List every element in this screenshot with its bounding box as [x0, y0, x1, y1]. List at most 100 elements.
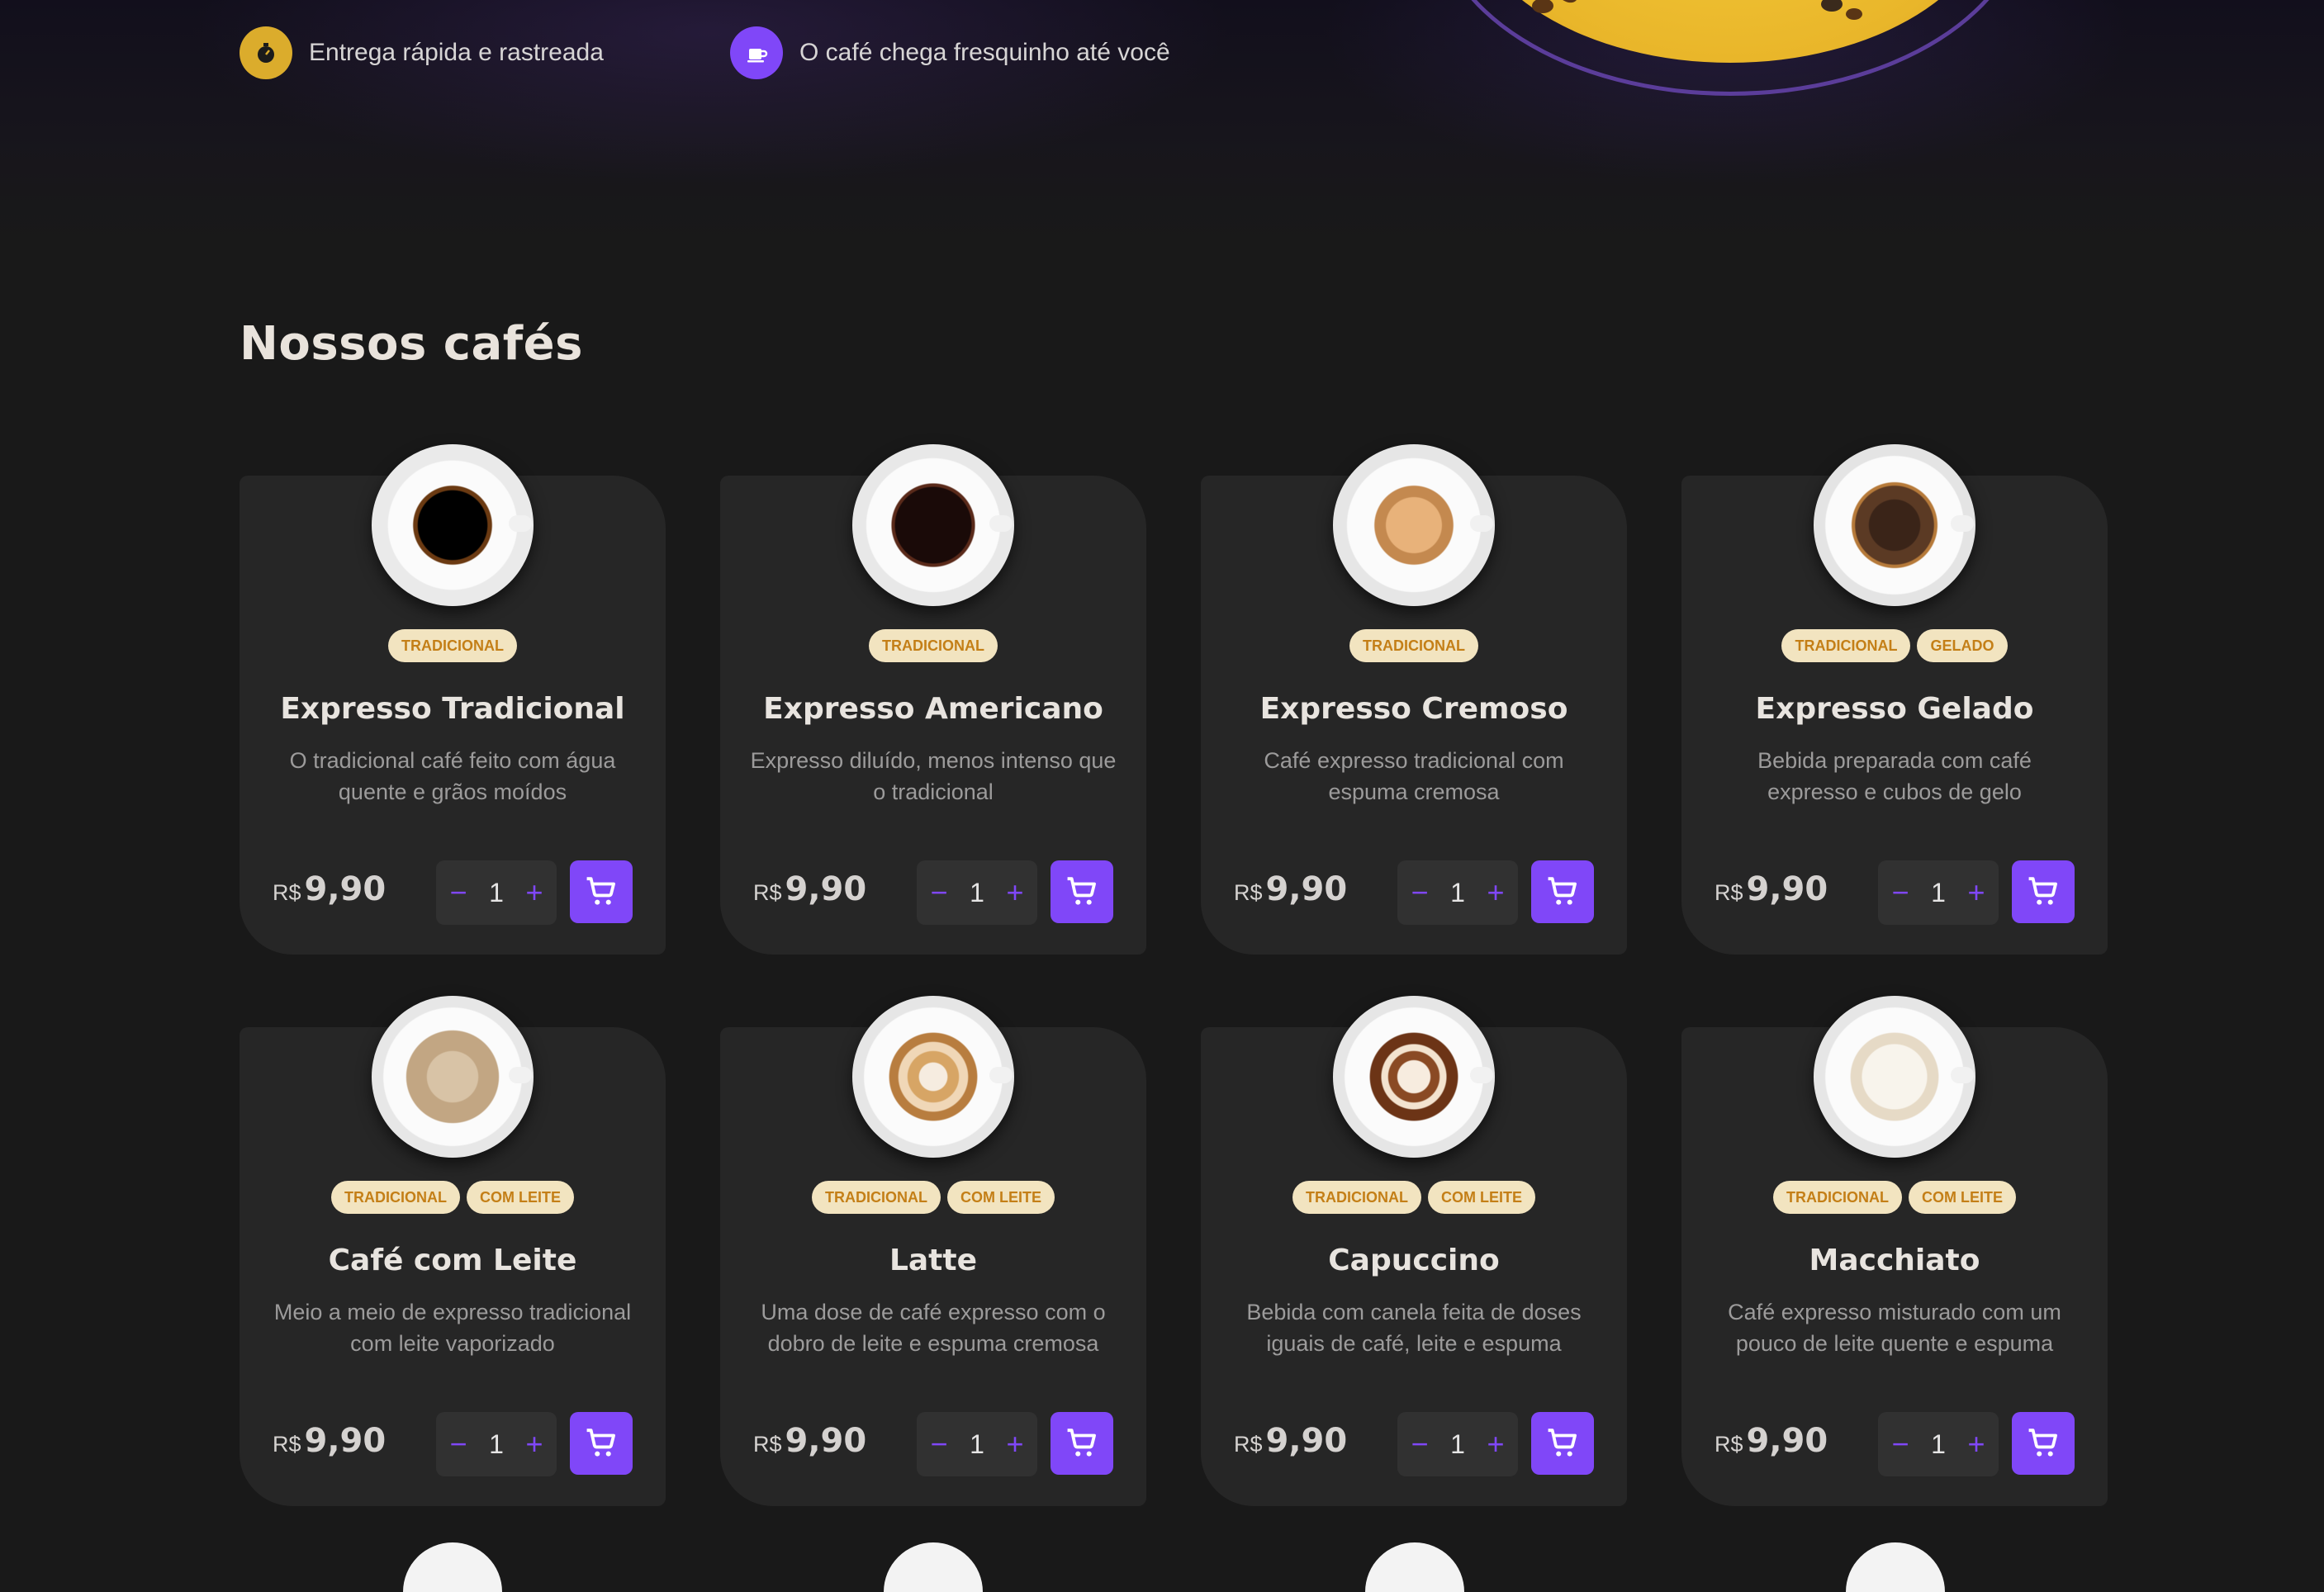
coffee-price: R$ 9,90 — [1715, 1422, 1828, 1460]
decrease-quantity-button[interactable]: − — [1886, 1429, 1914, 1459]
increase-quantity-button[interactable]: + — [520, 1429, 548, 1459]
currency-symbol: R$ — [1715, 1432, 1743, 1457]
coffee-photo — [1333, 996, 1495, 1158]
increase-quantity-button[interactable]: + — [1962, 1429, 1990, 1459]
currency-symbol: R$ — [1715, 880, 1743, 905]
coffee-price: R$ 9,90 — [1234, 1422, 1347, 1460]
add-to-cart-button[interactable] — [1531, 860, 1594, 923]
quantity-stepper: − 1 + — [1397, 860, 1518, 925]
tag-list: Tradicional Com leite — [1201, 1181, 1627, 1214]
add-to-cart-button[interactable] — [2012, 1412, 2075, 1475]
quantity-stepper: − 1 + — [1878, 1412, 1999, 1476]
shopping-cart-icon — [2028, 1429, 2057, 1457]
coffee-tag: Com leite — [947, 1181, 1055, 1214]
coffee-photo — [852, 444, 1014, 606]
coffee-description: Bebida com canela feita de doses iguais … — [1246, 1300, 1582, 1356]
coffee-tag: Tradicional — [1773, 1181, 1902, 1214]
coffee-description: O tradicional café feito com água quente… — [289, 748, 616, 804]
increase-quantity-button[interactable]: + — [1001, 878, 1029, 907]
coffee-description: Meio a meio de expresso tradicional com … — [273, 1300, 632, 1356]
tag-list: Tradicional Com leite — [1681, 1181, 2108, 1214]
currency-symbol: R$ — [1234, 1432, 1263, 1457]
add-to-cart-button[interactable] — [570, 1412, 633, 1475]
hero-coffee-image — [1433, 0, 2028, 97]
coffee-description: Expresso diluído, menos intenso que o tr… — [750, 748, 1117, 804]
coffee-name: Café com Leite — [328, 1244, 577, 1277]
coffee-photo — [372, 444, 534, 606]
add-to-cart-button[interactable] — [1051, 1412, 1113, 1475]
coffee-card: Tradicional Com leite Macchiato Café expr… — [1681, 996, 2108, 1506]
coffee-description: Café expresso tradicional com espuma cre… — [1264, 748, 1564, 804]
currency-symbol: R$ — [753, 880, 782, 905]
coffee-name: Expresso Americano — [763, 692, 1103, 726]
decrease-quantity-button[interactable]: − — [1406, 878, 1434, 907]
add-to-cart-button[interactable] — [570, 860, 633, 923]
decrease-quantity-button[interactable]: − — [925, 1429, 953, 1459]
tag-list: Tradicional — [240, 629, 666, 662]
add-to-cart-button[interactable] — [1051, 860, 1113, 923]
currency-symbol: R$ — [753, 1432, 782, 1457]
price-value: 9,90 — [1265, 1422, 1348, 1460]
add-to-cart-button[interactable] — [2012, 860, 2075, 923]
coffee-name: Expresso Gelado — [1755, 692, 2034, 726]
increase-quantity-button[interactable]: + — [1962, 878, 1990, 907]
decrease-quantity-button[interactable]: − — [1886, 878, 1914, 907]
coffee-photo — [1814, 444, 1975, 606]
coffee-card: Tradicional Expresso Cremoso Café expres… — [1201, 444, 1627, 955]
price-value: 9,90 — [1746, 1422, 1828, 1460]
timer-icon — [240, 26, 292, 79]
shopping-cart-icon — [1548, 877, 1577, 905]
decrease-quantity-button[interactable]: − — [444, 878, 472, 907]
coffee-tag: Tradicional — [388, 629, 517, 662]
coffee-tag: Tradicional — [331, 1181, 460, 1214]
coffee-card: Tradicional Expresso Americano Expresso … — [720, 444, 1146, 955]
add-to-cart-button[interactable] — [1531, 1412, 1594, 1475]
coffee-name: Expresso Cremoso — [1259, 692, 1568, 726]
increase-quantity-button[interactable]: + — [1482, 1429, 1510, 1459]
shopping-cart-icon — [1067, 877, 1096, 905]
coffee-price: R$ 9,90 — [273, 870, 386, 908]
coffee-tag: Com leite — [1909, 1181, 2016, 1214]
quantity-value: 1 — [970, 1429, 984, 1459]
tag-list: Tradicional — [720, 629, 1146, 662]
coffee-photo — [372, 996, 534, 1158]
coffee-card: Tradicional Com leite Café com Leite Meio… — [240, 996, 666, 1506]
tag-list: Tradicional — [1201, 629, 1627, 662]
shopping-cart-icon — [586, 877, 615, 905]
increase-quantity-button[interactable]: + — [1482, 878, 1510, 907]
coffee-description: Uma dose de café expresso com o dobro de… — [761, 1300, 1106, 1356]
hero-section: Entrega rápida e rastreada O café chega … — [0, 0, 2324, 241]
quantity-value: 1 — [1931, 1429, 1946, 1459]
coffee-tag: Tradicional — [1781, 629, 1911, 662]
quantity-value: 1 — [970, 877, 984, 907]
coffee-icon — [730, 26, 783, 79]
shopping-cart-icon — [1548, 1429, 1577, 1457]
quantity-stepper: − 1 + — [436, 1412, 557, 1476]
quantity-stepper: − 1 + — [917, 860, 1037, 925]
tag-list: Tradicional Gelado — [1681, 629, 2108, 662]
coffee-tag: Tradicional — [1292, 1181, 1421, 1214]
coffee-price: R$ 9,90 — [1234, 870, 1347, 908]
decrease-quantity-button[interactable]: − — [1406, 1429, 1434, 1459]
feature-fast-delivery: Entrega rápida e rastreada — [240, 26, 604, 79]
increase-quantity-button[interactable]: + — [1001, 1429, 1029, 1459]
quantity-value: 1 — [1931, 877, 1946, 907]
feature-fresh-coffee: O café chega fresquinho até você — [730, 26, 1170, 79]
currency-symbol: R$ — [273, 1432, 301, 1457]
decrease-quantity-button[interactable]: − — [925, 878, 953, 907]
coffee-name: Macchiato — [1809, 1244, 1980, 1277]
decrease-quantity-button[interactable]: − — [444, 1429, 472, 1459]
increase-quantity-button[interactable]: + — [520, 878, 548, 907]
coffee-photo-peek — [403, 1542, 502, 1592]
coffee-tag: Tradicional — [812, 1181, 941, 1214]
coffee-price: R$ 9,90 — [753, 1422, 866, 1460]
coffee-photo-peek — [1846, 1542, 1945, 1592]
coffee-price: R$ 9,90 — [1715, 870, 1828, 908]
coffee-tag: Com leite — [467, 1181, 574, 1214]
currency-symbol: R$ — [1234, 880, 1263, 905]
coffee-name: Latte — [889, 1244, 978, 1277]
quantity-value: 1 — [1450, 877, 1465, 907]
coffee-photo — [1333, 444, 1495, 606]
shopping-cart-icon — [2028, 877, 2057, 905]
feature-text: Entrega rápida e rastreada — [309, 39, 604, 66]
